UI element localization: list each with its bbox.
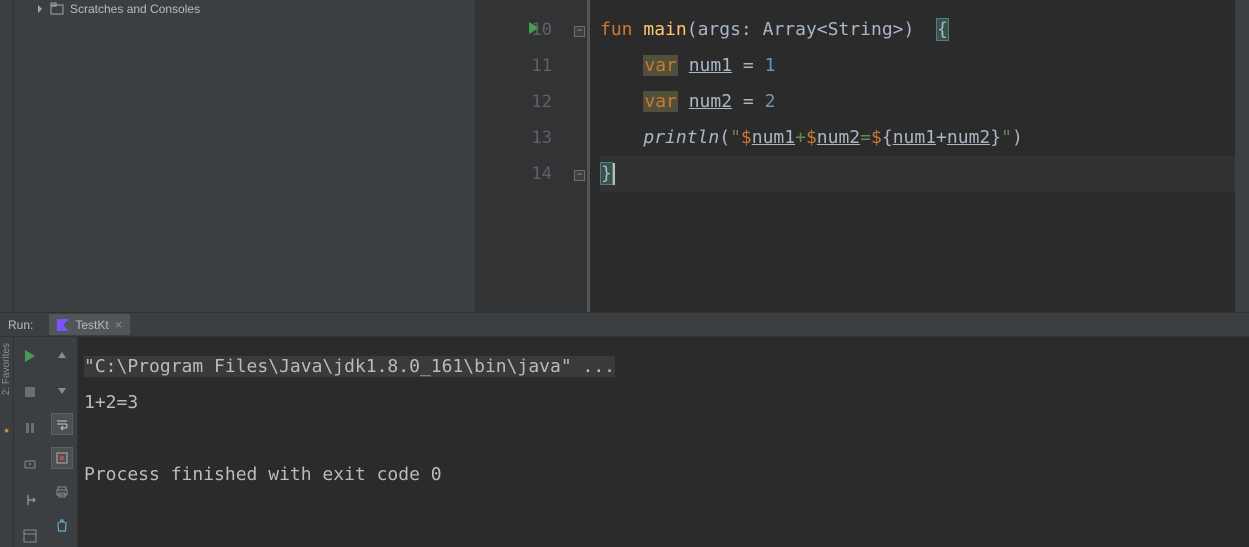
stop-button[interactable] — [19, 381, 41, 403]
layout-button[interactable] — [19, 525, 41, 547]
run-panel-header: Run: TestKt × — [0, 312, 1249, 337]
left-run-gutter: 2: Favorites ★ — [0, 337, 14, 547]
editor-scrollbar[interactable] — [1235, 0, 1249, 312]
star-icon[interactable]: ★ — [3, 425, 9, 436]
console-exit-message: Process finished with exit code 0 — [84, 457, 1243, 493]
code-line-12: var num2 = 2 — [600, 84, 1235, 120]
rerun-button[interactable] — [19, 345, 41, 367]
left-gutter-bar — [0, 0, 14, 312]
run-toolbar-primary — [14, 337, 46, 547]
run-label: Run: — [8, 318, 33, 332]
exit-button[interactable] — [19, 489, 41, 511]
code-line-11: var num1 = 1 — [600, 48, 1235, 84]
kotlin-file-icon — [57, 319, 69, 331]
up-arrow-button[interactable] — [51, 345, 73, 367]
console-stdout: 1+2=3 — [84, 385, 1243, 421]
fold-column[interactable]: − − — [572, 0, 588, 312]
code-line-14: } — [600, 156, 1235, 192]
fold-minus-icon[interactable]: − — [574, 170, 585, 181]
print-button[interactable] — [51, 481, 73, 503]
tree-item-label: Scratches and Consoles — [70, 2, 200, 16]
run-toolbar-secondary — [46, 337, 78, 547]
code-line-10: fun main(args: Array<String>) { — [600, 12, 1235, 48]
clear-button[interactable] — [51, 515, 73, 537]
pause-button[interactable] — [19, 417, 41, 439]
project-tree-panel[interactable]: Scratches and Consoles — [14, 0, 476, 312]
soft-wrap-button[interactable] — [51, 413, 73, 435]
code-line-13: println("$num1+$num2=${num1+num2}") — [600, 120, 1235, 156]
chevron-right-icon — [36, 5, 44, 13]
tree-item-scratches[interactable]: Scratches and Consoles — [14, 0, 475, 18]
scroll-to-end-button[interactable] — [51, 447, 73, 469]
dump-button[interactable] — [19, 453, 41, 475]
code-text-area[interactable]: fun main(args: Array<String>) { var num1… — [588, 0, 1235, 312]
favorites-label[interactable]: 2: Favorites — [1, 343, 12, 395]
code-editor[interactable]: 10 11 12 13 14 − − fun main(args: Array<… — [476, 0, 1249, 312]
console-command: "C:\Program Files\Java\jdk1.8.0_161\bin\… — [84, 356, 615, 377]
text-caret — [613, 163, 615, 185]
console-blank — [84, 421, 1243, 457]
console-output[interactable]: "C:\Program Files\Java\jdk1.8.0_161\bin\… — [78, 337, 1249, 547]
run-tab[interactable]: TestKt × — [49, 314, 130, 335]
folder-icon — [50, 2, 64, 16]
fold-minus-icon[interactable]: − — [574, 26, 585, 37]
run-tab-label: TestKt — [75, 318, 108, 332]
close-icon[interactable]: × — [115, 317, 123, 332]
down-arrow-button[interactable] — [51, 379, 73, 401]
line-number-gutter: 10 11 12 13 14 — [476, 0, 572, 312]
